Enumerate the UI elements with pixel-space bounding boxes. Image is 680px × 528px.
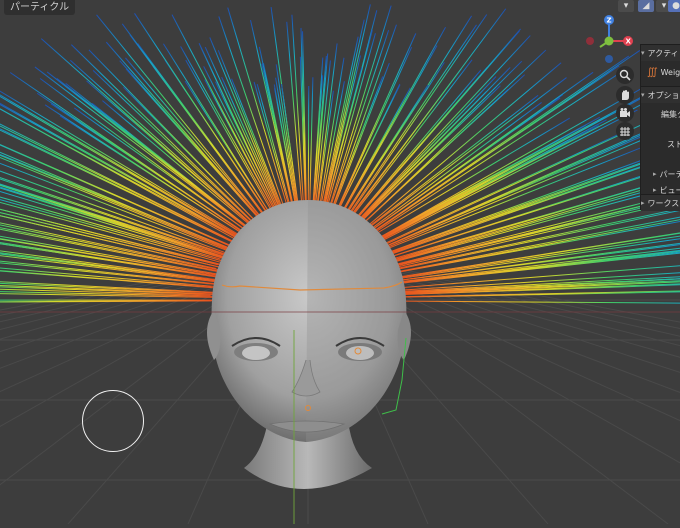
hair-strand xyxy=(310,77,313,209)
workspace-header[interactable]: ▸ ワークス xyxy=(641,194,680,211)
hair-strand xyxy=(0,111,229,245)
grid-line xyxy=(380,270,680,524)
hair-strand xyxy=(0,108,231,250)
hair-strand xyxy=(395,173,680,258)
shading-mode-icon[interactable]: ● xyxy=(668,0,680,12)
hair-strand xyxy=(0,89,239,234)
hair-strand xyxy=(122,24,266,219)
tool-name-label: Weig xyxy=(661,68,680,77)
gizmo-neg-x-icon[interactable] xyxy=(586,37,594,45)
gizmo-x-label: X xyxy=(626,38,632,46)
brush-cursor-circle xyxy=(82,390,144,452)
options-header-label: オプショ xyxy=(648,90,680,101)
navigation-gizmo[interactable]: Z X xyxy=(582,12,642,68)
edit-type-label: 編集タ xyxy=(641,106,680,122)
hair-strand xyxy=(391,153,680,253)
tool-weight-row[interactable]: ∭ Weig xyxy=(641,62,680,82)
hair-strand xyxy=(377,118,570,233)
workspace-header-label: ワークス xyxy=(648,198,680,209)
grid-line xyxy=(404,270,680,524)
particle-subpanel[interactable]: ▸ パーテ xyxy=(641,166,680,182)
zoom-icon[interactable] xyxy=(616,66,634,84)
hair-strand xyxy=(186,60,276,218)
3d-viewport[interactable]: パーティクル ▾ ◢ ▾ ● Z X ▾ アクティ xyxy=(0,0,680,524)
expand-triangle-icon: ▸ xyxy=(641,199,645,207)
hand-pan-icon[interactable] xyxy=(616,86,634,104)
hair-strand xyxy=(377,95,647,241)
sidebar-panel: ▾ アクティ ∭ Weig ▾ オプショ 編集タ スト ▸ パーテ ▸ ビュー … xyxy=(640,44,680,210)
hair-strand xyxy=(373,50,640,232)
gizmo-neg-z-icon[interactable] xyxy=(605,55,613,63)
particle-subpanel-label: パーテ xyxy=(660,169,680,180)
view-options-icon[interactable]: ▾ xyxy=(618,0,634,12)
expand-triangle-icon: ▸ xyxy=(653,186,657,194)
options-header[interactable]: ▾ オプショ xyxy=(641,86,680,103)
collapse-triangle-icon: ▾ xyxy=(641,91,645,99)
camera-icon[interactable] xyxy=(616,104,634,122)
active-tool-header[interactable]: ▾ アクティ xyxy=(641,44,680,61)
grid-ortho-icon[interactable] xyxy=(616,122,634,140)
gizmo-z-label: Z xyxy=(607,17,612,25)
weight-brush-icon: ∭ xyxy=(647,67,658,78)
mode-label: パーティクル xyxy=(4,0,75,15)
stroke-label: スト xyxy=(641,136,680,152)
hair-strand xyxy=(326,30,372,207)
hair-strand xyxy=(210,37,283,214)
grid-line xyxy=(396,270,680,524)
collapse-triangle-icon: ▾ xyxy=(641,49,645,57)
active-tool-header-label: アクティ xyxy=(648,48,679,59)
expand-triangle-icon: ▸ xyxy=(653,170,657,178)
gizmo-y-icon[interactable] xyxy=(605,37,614,46)
grid-line xyxy=(372,270,680,524)
overlay-toggle-icon[interactable]: ◢ xyxy=(638,0,654,12)
